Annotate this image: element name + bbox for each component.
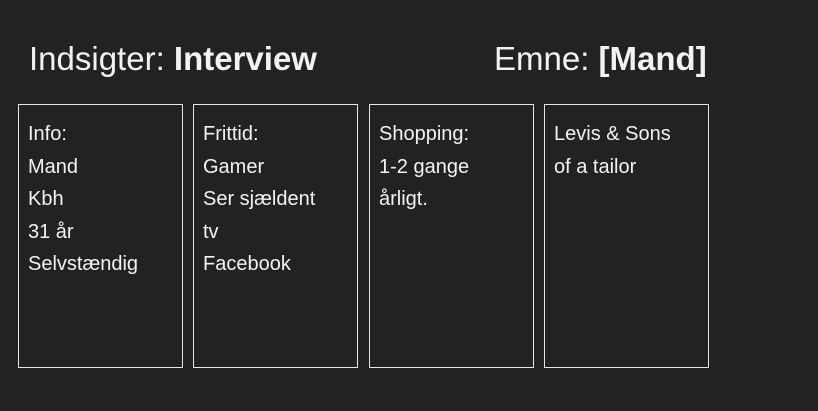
shopping-card: Shopping: 1-2 gange årligt. <box>369 104 534 368</box>
leisure-card-line: Ser sjældent <box>203 188 316 210</box>
subject-value: [Mand] <box>598 40 707 77</box>
leisure-card-line: Facebook <box>203 253 291 275</box>
info-card-line: Selvstændig <box>28 253 139 275</box>
info-card-line: 31 år <box>28 220 74 243</box>
brands-card: Levis & Sons of a tailor <box>544 104 709 368</box>
subject-heading: Emne: [Mand] <box>494 38 707 80</box>
info-card: Info: Mand Kbh 31 år Selvstændig <box>18 104 183 368</box>
brands-card-line: Levis & Sons <box>554 123 671 145</box>
info-card-line: Kbh <box>28 188 64 210</box>
brands-card-line: of a tailor <box>554 155 637 178</box>
leisure-card-title: Frittid: <box>203 123 259 145</box>
insights-value: Interview <box>173 40 317 77</box>
leisure-card-line: tv <box>203 220 219 243</box>
shopping-card-line: årligt. <box>379 188 428 210</box>
shopping-card-line: 1-2 gange <box>379 155 470 178</box>
insights-heading: Indsigter: Interview <box>29 38 317 80</box>
shopping-card-title: Shopping: <box>379 123 470 145</box>
leisure-card: Frittid: Gamer Ser sjældent tv Facebook <box>193 104 358 368</box>
insights-label: Indsigter: <box>29 40 165 77</box>
info-card-line: Mand <box>28 155 79 178</box>
leisure-card-line: Gamer <box>203 155 265 178</box>
info-card-title: Info: <box>28 123 67 145</box>
subject-label: Emne: <box>494 40 590 77</box>
